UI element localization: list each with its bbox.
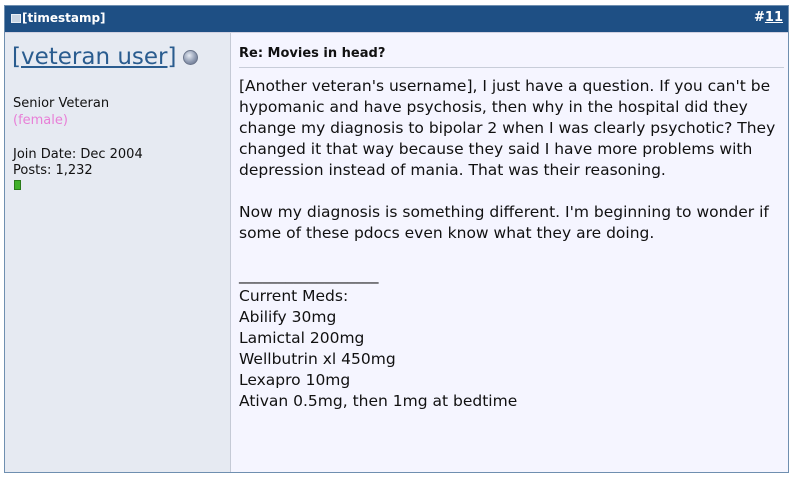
message-paragraph: [Another veteran's username], I just hav… (239, 77, 776, 179)
med-item: Lamictal 200mg (239, 329, 365, 347)
post-header: [timestamp] #11 (5, 6, 788, 33)
post-count: Posts: 1,232 (13, 163, 93, 178)
post-title: Re: Movies in head? (239, 46, 386, 61)
username-row: [veteran user] (12, 44, 199, 70)
username-link[interactable]: [veteran user] (12, 44, 176, 70)
user-info-sidebar: [veteran user] Senior Veteran (female) J… (5, 33, 231, 472)
signature-separator: __________________ (239, 266, 379, 284)
post-date: [timestamp] (11, 11, 106, 25)
post-message: [Another veteran's username], I just hav… (239, 76, 779, 412)
signature-heading: Current Meds: (239, 287, 349, 305)
reputation-icon (14, 180, 21, 190)
user-gender: (female) (13, 113, 68, 128)
post-number-link[interactable]: #11 (754, 10, 783, 25)
forum-post: [timestamp] #11 [veteran user] Senior Ve… (4, 5, 789, 473)
message-paragraph: Now my diagnosis is something different.… (239, 203, 769, 242)
title-divider (239, 67, 784, 68)
offline-status-icon (183, 49, 199, 65)
post-icon (11, 13, 21, 23)
med-item: Lexapro 10mg (239, 371, 351, 389)
join-date: Join Date: Dec 2004 (13, 147, 143, 162)
signature-meds: Abilify 30mg Lamictal 200mg Wellbutrin x… (239, 307, 779, 412)
med-item: Ativan 0.5mg, then 1mg at bedtime (239, 392, 518, 410)
med-item: Abilify 30mg (239, 308, 337, 326)
post-content: Re: Movies in head? [Another veteran's u… (231, 33, 788, 472)
post-timestamp: [timestamp] (22, 11, 106, 25)
user-rank: Senior Veteran (13, 96, 110, 111)
post-number[interactable]: 11 (765, 10, 783, 25)
med-item: Wellbutrin xl 450mg (239, 350, 396, 368)
post-number-prefix: # (754, 10, 765, 25)
